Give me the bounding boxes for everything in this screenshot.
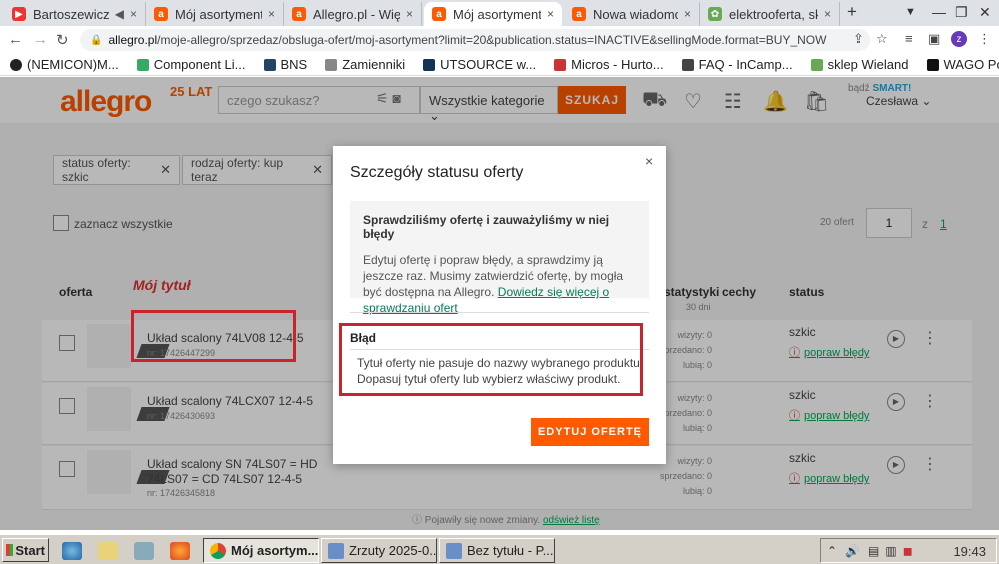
browser-tab-active[interactable]: a Mój asortyment - ×: [424, 2, 562, 26]
annotation-highlight-box: [339, 323, 643, 396]
bookmarks-bar: (NEMICON)M... Component Li... BNS Zamien…: [0, 54, 999, 76]
system-tray: ⌃ 🔊 ▤ ▥ ◼ 19:43: [820, 538, 997, 563]
bookmark-item[interactable]: Zamienniki: [325, 57, 405, 72]
bookmark-item[interactable]: sklep Wieland: [810, 57, 909, 72]
os-taskbar: Start Mój asortym... Zrzuty 2025-0... Be…: [0, 534, 999, 564]
bookmark-star-icon[interactable]: ☆: [876, 31, 888, 47]
tab-close-icon[interactable]: ×: [684, 7, 691, 21]
bookmark-favicon-icon: [926, 58, 939, 71]
tab-close-icon[interactable]: ×: [268, 7, 275, 21]
allegro-favicon-icon: a: [292, 7, 306, 21]
bookmark-favicon-icon: [136, 58, 149, 71]
allegro-favicon-icon: a: [572, 7, 586, 21]
browser-tab[interactable]: ✿ elektrooferta, skle ×: [700, 2, 840, 26]
clock[interactable]: 19:43: [953, 544, 986, 559]
paint-icon: [446, 542, 462, 559]
bookmark-favicon-icon: [263, 58, 276, 71]
close-icon[interactable]: ×: [645, 153, 653, 169]
tab-search-chevron-icon[interactable]: ▼: [905, 6, 916, 18]
divider: [350, 312, 649, 313]
dialog-title: Szczegóły statusu oferty: [350, 164, 524, 181]
paint-icon: [328, 542, 344, 559]
offer-status-dialog: × Szczegóły statusu oferty Sprawdziliśmy…: [333, 146, 666, 464]
bookmark-favicon-icon: [10, 58, 22, 71]
network-icon[interactable]: ▤: [868, 544, 879, 558]
info-text: Edytuj ofertę i popraw błędy, a sprawdzi…: [363, 253, 624, 315]
annotation-highlight-box: [131, 310, 296, 362]
browser-tab[interactable]: a Mój asortyment - ×: [146, 2, 284, 26]
shop-favicon-icon: ✿: [708, 7, 722, 21]
bookmark-item[interactable]: UTSOURCE w...: [423, 57, 536, 72]
browser-tab[interactable]: ▶ Bartoszewicz – ◀ ×: [4, 2, 146, 26]
window-close-icon[interactable]: ✕: [979, 4, 991, 21]
browser-menu-icon[interactable]: ⋮: [978, 31, 991, 47]
browser-tab[interactable]: a Nowa wiadomość ×: [564, 2, 700, 26]
bookmark-item[interactable]: WAGO Polska: [926, 57, 999, 72]
bookmark-item[interactable]: Component Li...: [136, 57, 246, 72]
bookmark-item[interactable]: BNS: [263, 57, 307, 72]
browser-tab-strip: ▶ Bartoszewicz – ◀ × a Mój asortyment - …: [0, 0, 999, 26]
share-icon[interactable]: ⇪: [853, 31, 864, 47]
tab-close-icon[interactable]: ×: [824, 7, 831, 21]
tab-close-icon[interactable]: ×: [547, 7, 554, 21]
media-player-icon[interactable]: [134, 542, 154, 560]
windows-logo-icon: [6, 544, 14, 556]
internet-explorer-icon[interactable]: [62, 542, 82, 560]
bookmark-item[interactable]: FAQ - InCamp...: [681, 57, 793, 72]
taskbar-item-paint[interactable]: Bez tytułu - P...: [439, 538, 555, 563]
edit-offer-button[interactable]: EDYTUJ OFERTĘ: [531, 418, 649, 446]
profile-avatar[interactable]: z: [951, 31, 967, 47]
new-tab-button[interactable]: +: [847, 2, 857, 22]
tab-close-icon[interactable]: ×: [130, 7, 137, 21]
bookmark-favicon-icon: [681, 58, 694, 71]
bookmark-favicon-icon: [423, 58, 436, 71]
start-button[interactable]: Start: [2, 538, 49, 562]
lock-icon: 🔒: [90, 34, 103, 46]
taskbar-item-screenshots[interactable]: Zrzuty 2025-0...: [321, 538, 437, 563]
bookmark-item[interactable]: Micros - Hurto...: [554, 57, 664, 72]
bookmark-favicon-icon: [554, 58, 567, 71]
allegro-favicon-icon: a: [154, 7, 168, 21]
volume-icon[interactable]: 🔊: [845, 544, 860, 558]
youtube-favicon-icon: ▶: [12, 7, 26, 21]
minimize-icon[interactable]: —: [932, 4, 946, 20]
tray-expand-icon[interactable]: ⌃: [827, 544, 837, 558]
browser-tab[interactable]: a Allegro.pl - Więce ×: [284, 2, 422, 26]
reading-list-icon[interactable]: ≡: [905, 31, 913, 46]
side-panel-icon[interactable]: ▣: [928, 31, 940, 47]
bookmark-favicon-icon: [810, 58, 823, 71]
language-icon[interactable]: ▥: [885, 544, 896, 558]
reload-icon[interactable]: ↻: [56, 31, 69, 49]
forward-arrow-icon[interactable]: →: [33, 31, 48, 48]
maximize-icon[interactable]: ❐: [955, 4, 968, 21]
browser-toolbar: ← → ↻ 🔒 allegro.pl/moje-allegro/sprzedaz…: [0, 26, 999, 54]
address-bar[interactable]: 🔒 allegro.pl/moje-allegro/sprzedaz/obslu…: [80, 29, 870, 51]
security-icon[interactable]: ◼: [903, 544, 913, 558]
tab-audio-icon[interactable]: ◀: [115, 7, 124, 21]
chrome-icon: [210, 542, 226, 559]
folder-icon[interactable]: [98, 542, 118, 560]
bookmark-favicon-icon: [325, 58, 338, 71]
tab-close-icon[interactable]: ×: [406, 7, 413, 21]
bookmark-item[interactable]: (NEMICON)M...: [10, 57, 119, 72]
allegro-favicon-icon: a: [432, 7, 446, 21]
dialog-info-panel: Sprawdziliśmy ofertę i zauważyliśmy w ni…: [350, 201, 649, 315]
taskbar-item-chrome[interactable]: Mój asortym...: [203, 538, 319, 563]
firefox-icon[interactable]: [170, 542, 190, 560]
back-arrow-icon[interactable]: ←: [8, 31, 23, 48]
info-heading: Sprawdziliśmy ofertę i zauważyliśmy w ni…: [363, 213, 610, 241]
